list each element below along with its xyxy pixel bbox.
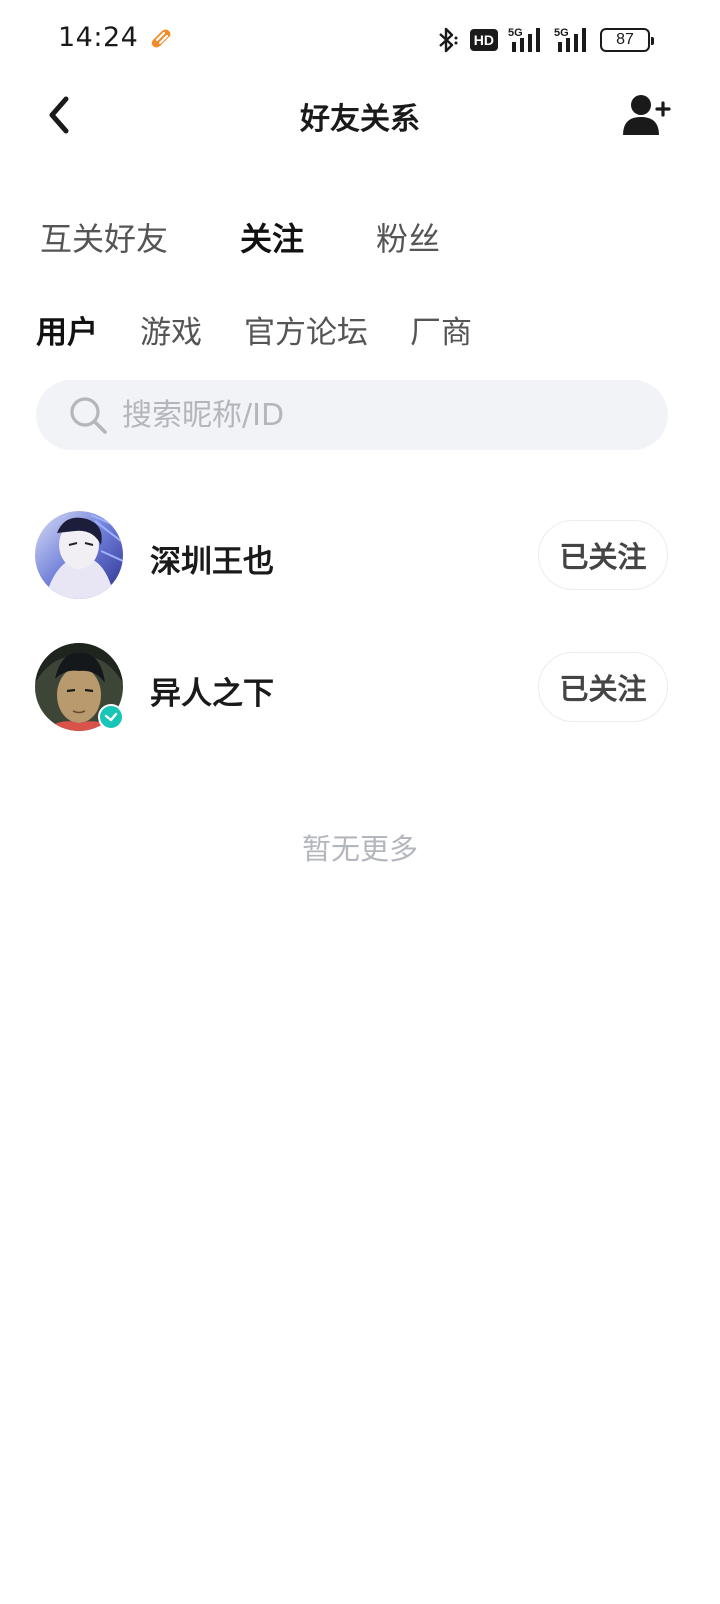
signal-icon: 5G — [508, 26, 544, 54]
tab-label: 粉丝 — [376, 220, 441, 258]
page-title: 好友关系 — [300, 102, 420, 137]
tab-following[interactable]: 关注 — [240, 216, 304, 266]
network-label-1: 5G — [508, 27, 523, 39]
main-tabs: 互关好友 关注 粉丝 — [40, 216, 512, 276]
battery-level: 87 — [616, 31, 634, 48]
friends-page: 14:24 HD 5G 5G 87 好友关系 互关好友 关注 粉丝 用户 游戏 … — [0, 0, 720, 1604]
no-more-text: 暂无更多 — [301, 832, 418, 866]
tab-mutual-friends[interactable]: 互关好友 — [40, 216, 168, 266]
search-icon — [68, 395, 108, 435]
list-item[interactable]: 深圳王也 已关注 — [0, 500, 720, 632]
add-user-icon — [623, 95, 671, 135]
user-name[interactable]: 异人之下 — [150, 668, 274, 713]
user-name[interactable]: 深圳王也 — [150, 536, 274, 581]
avatar[interactable] — [35, 511, 123, 599]
following-button[interactable]: 已关注 — [538, 520, 668, 590]
following-button[interactable]: 已关注 — [538, 652, 668, 722]
title-bar: 好友关系 — [0, 80, 720, 150]
search-input[interactable] — [122, 397, 602, 433]
add-friend-button[interactable] — [622, 92, 672, 138]
hd-voice-icon: HD — [469, 29, 498, 51]
search-bar[interactable] — [36, 380, 668, 450]
tab-label: 互关好友 — [40, 220, 169, 258]
tab-label: 关注 — [240, 220, 305, 258]
list-item[interactable]: 异人之下 已关注 — [0, 632, 720, 764]
subtab-official-forum[interactable]: 官方论坛 — [244, 310, 368, 356]
signal-icon-2: 5G — [554, 26, 590, 54]
status-icons: HD 5G 5G 87 — [434, 24, 654, 56]
network-label-2: 5G — [554, 27, 569, 39]
tab-fans[interactable]: 粉丝 — [376, 216, 440, 266]
subtab-games[interactable]: 游戏 — [140, 310, 202, 356]
status-bar: 14:24 HD 5G 5G 87 — [0, 0, 720, 80]
sub-tabs: 用户 游戏 官方论坛 厂商 — [36, 310, 514, 356]
verified-icon — [98, 704, 124, 730]
status-time: 14:24 — [58, 22, 139, 53]
bluetooth-icon — [434, 26, 460, 54]
app-notification-icon — [148, 27, 176, 53]
subtab-users[interactable]: 用户 — [36, 310, 98, 356]
subtab-vendors[interactable]: 厂商 — [410, 310, 472, 356]
battery-icon: 87 — [600, 28, 654, 52]
